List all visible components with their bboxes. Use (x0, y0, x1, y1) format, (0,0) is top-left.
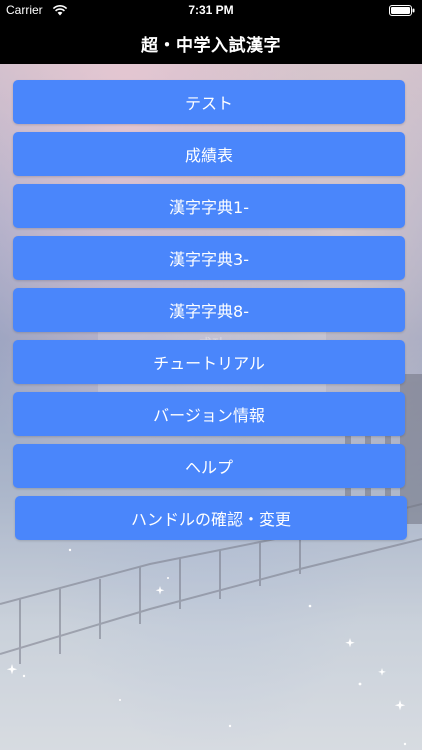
kanji-dictionary-1-button[interactable]: 漢字字典1- (13, 184, 405, 228)
status-bar: Carrier 7:31 PM (0, 0, 422, 20)
grades-button[interactable]: 成績表 (13, 132, 405, 176)
version-info-button[interactable]: バージョン情報 (13, 392, 405, 436)
status-time: 7:31 PM (188, 3, 234, 17)
handle-settings-button[interactable]: ハンドルの確認・変更 (15, 496, 407, 540)
kanji-dictionary-8-button[interactable]: 漢字字典8- (13, 288, 405, 332)
battery-icon (389, 5, 415, 16)
help-button[interactable]: ヘルプ (13, 444, 405, 488)
kanji-dictionary-3-button[interactable]: 漢字字典3- (13, 236, 405, 280)
navigation-bar: 超・中学入試漢字 (0, 20, 422, 64)
tutorial-button[interactable]: チュートリアル (13, 340, 405, 384)
page-title: 超・中学入試漢字 (141, 36, 281, 56)
test-button[interactable]: テスト (13, 80, 405, 124)
